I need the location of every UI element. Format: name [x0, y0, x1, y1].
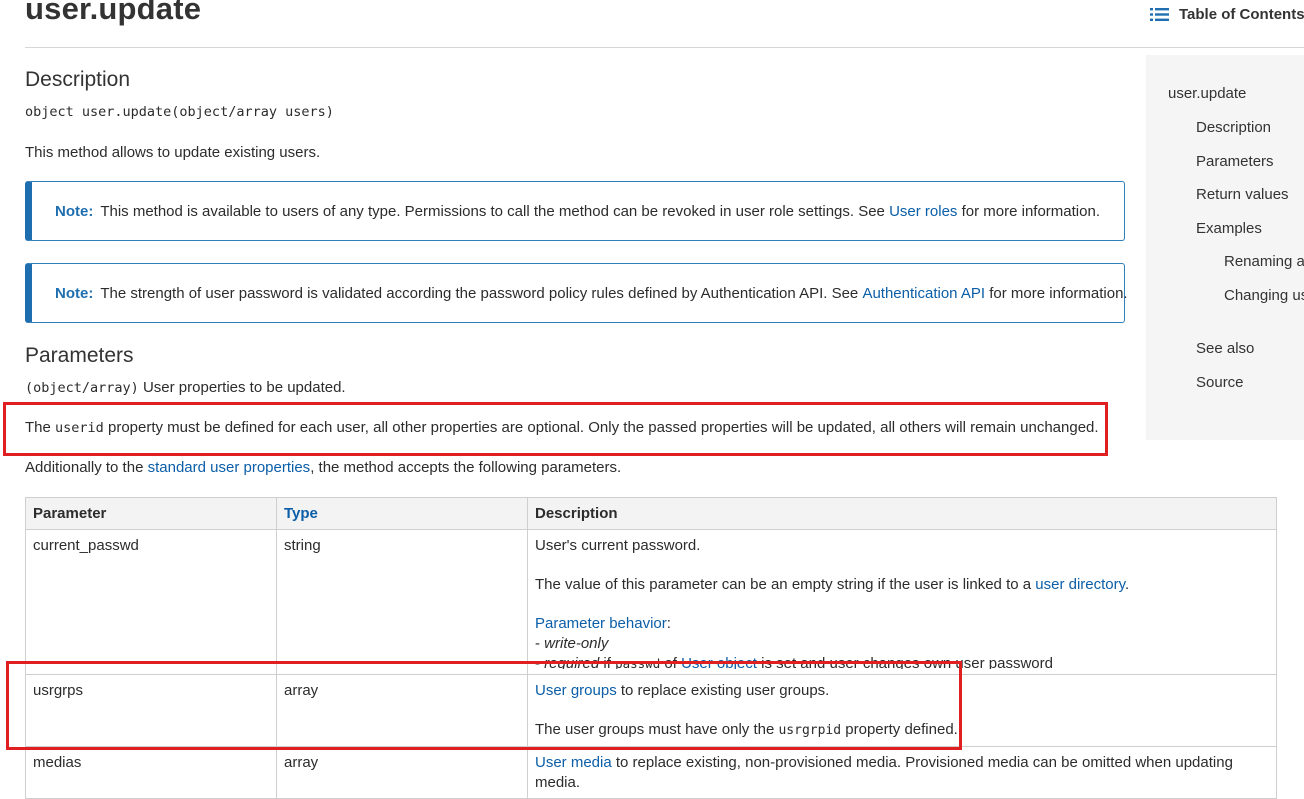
- desc-line: The value of this parameter can be an em…: [535, 575, 1269, 595]
- header-description: Description: [527, 497, 1277, 530]
- parameters-table: Parameter Type Description current_passw…: [25, 497, 1277, 799]
- parameters-intro-text: User properties to be updated.: [142, 379, 346, 396]
- toc-item-see-also[interactable]: See also: [1196, 340, 1254, 357]
- note-label: Note:: [55, 202, 94, 220]
- toc-item-return-values[interactable]: Return values: [1196, 186, 1289, 203]
- parameters-intro: (object/array) User properties to be upd…: [25, 379, 346, 396]
- user-object-link[interactable]: User object: [681, 655, 757, 669]
- desc-text: of: [664, 655, 677, 669]
- passwd-code: passwd: [615, 656, 661, 669]
- toc-item-description[interactable]: Description: [1196, 119, 1271, 136]
- toc-item-changing[interactable]: Changing us: [1224, 287, 1304, 304]
- table-row: usrgrps array User groups to replace exi…: [25, 674, 1277, 747]
- param-name: usrgrps: [25, 674, 277, 747]
- desc-behavior: Parameter behavior: - write-only - requi…: [535, 614, 1269, 669]
- user-groups-link[interactable]: User groups: [535, 682, 617, 699]
- parameters-heading: Parameters: [25, 344, 134, 367]
- user-roles-link[interactable]: User roles: [889, 203, 957, 220]
- type-code: (object/array): [25, 380, 139, 396]
- toc-toggle-button[interactable]: Table of Contents: [1150, 4, 1304, 24]
- behavior-required: required: [544, 655, 600, 669]
- additional-post: , the method accepts the following param…: [310, 459, 622, 476]
- desc-text: if: [603, 655, 611, 669]
- desc-text: property defined.: [845, 721, 958, 738]
- desc-text: to replace existing user groups.: [620, 682, 830, 699]
- toc-item-parameters[interactable]: Parameters: [1196, 153, 1274, 170]
- additional-pre: Additionally to the: [25, 459, 144, 476]
- param-type: array: [276, 674, 528, 747]
- note-tail: for more information.: [989, 284, 1128, 302]
- usrgrpid-code: usrgrpid: [778, 723, 842, 738]
- additional-params-text: Additionally to the standard user proper…: [25, 459, 621, 476]
- method-signature: object user.update(object/array users): [25, 104, 334, 120]
- standard-user-properties-link[interactable]: standard user properties: [148, 459, 311, 476]
- desc-line: The user groups must have only the usrgr…: [535, 720, 1269, 741]
- userid-pre: The: [25, 419, 51, 436]
- desc-text: to replace existing, non-provisioned med…: [535, 754, 1233, 791]
- note-label: Note:: [55, 284, 94, 302]
- page-title: user.update: [25, 0, 202, 26]
- desc-text: .: [1125, 576, 1130, 593]
- type-header-link[interactable]: Type: [284, 505, 318, 522]
- list-icon: [1150, 7, 1169, 21]
- desc-text: -: [535, 635, 540, 652]
- desc-line: User's current password.: [535, 537, 701, 554]
- description-summary: This method allows to update existing us…: [25, 144, 321, 161]
- behavior-write-only: write-only: [544, 635, 609, 652]
- note-text: The strength of user password is validat…: [100, 284, 859, 302]
- header-divider: [25, 47, 1304, 48]
- desc-text: -: [535, 655, 540, 669]
- user-media-link[interactable]: User media: [535, 754, 612, 771]
- user-directory-link[interactable]: user directory: [1035, 576, 1125, 593]
- note-tail: for more information.: [961, 202, 1100, 220]
- table-header-row: Parameter Type Description: [25, 497, 1277, 530]
- desc-text: The user groups must have only the: [535, 721, 775, 738]
- userid-requirement: The userid property must be defined for …: [25, 419, 1099, 436]
- header-parameter: Parameter: [25, 497, 277, 530]
- toc-item-examples[interactable]: Examples: [1196, 220, 1262, 237]
- parameter-behavior-link[interactable]: Parameter behavior: [535, 615, 667, 632]
- note-permissions: Note: This method is available to users …: [25, 181, 1125, 241]
- toc-item-renaming[interactable]: Renaming a: [1224, 253, 1304, 270]
- desc-text: is set and user changes own user passwor…: [761, 655, 1053, 669]
- desc-text: :: [666, 615, 671, 632]
- toc-panel: user.update Description Parameters Retur…: [1146, 55, 1304, 440]
- userid-code: userid: [55, 420, 104, 436]
- desc-line: User groups to replace existing user gro…: [535, 681, 1269, 701]
- table-row: current_passwd string User's current pas…: [25, 529, 1277, 675]
- param-name: current_passwd: [25, 529, 277, 675]
- param-description: User groups to replace existing user gro…: [527, 674, 1277, 747]
- description-heading: Description: [25, 68, 131, 91]
- param-type: string: [276, 529, 528, 675]
- authentication-api-link[interactable]: Authentication API: [862, 285, 985, 302]
- toc-item-user-update[interactable]: user.update: [1168, 85, 1246, 102]
- userid-post: property must be defined for each user, …: [107, 419, 1099, 436]
- param-description: User's current password. The value of th…: [527, 529, 1277, 675]
- note-password-policy: Note: The strength of user password is v…: [25, 263, 1128, 323]
- toc-item-source[interactable]: Source: [1196, 374, 1244, 391]
- header-type[interactable]: Type: [276, 497, 528, 530]
- desc-text: The value of this parameter can be an em…: [535, 576, 1032, 593]
- toc-toggle-label: Table of Contents: [1179, 5, 1304, 23]
- note-text: This method is available to users of any…: [100, 202, 885, 220]
